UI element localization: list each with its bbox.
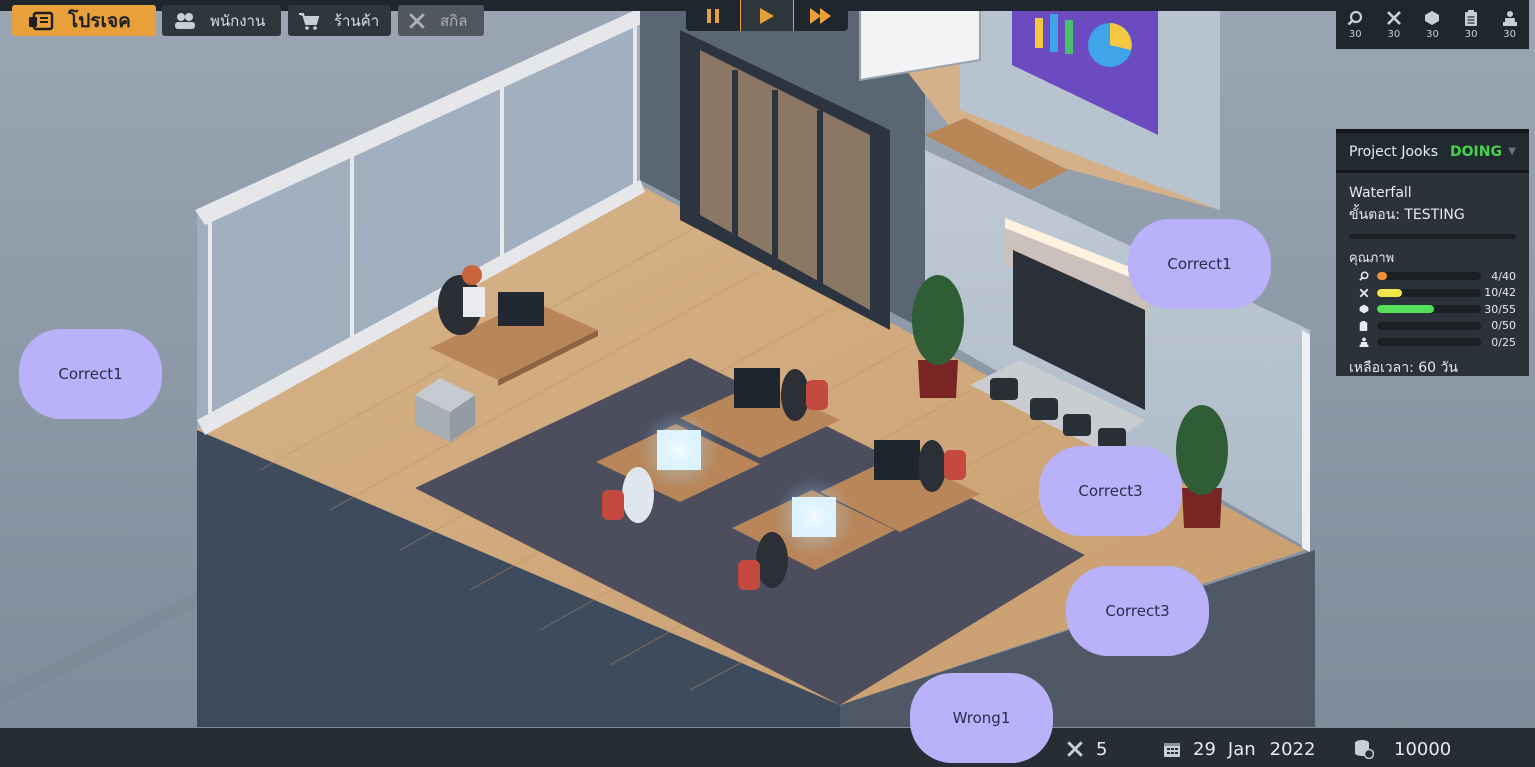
clipboard-icon [1465, 10, 1478, 26]
date-year: 2022 [1269, 738, 1316, 760]
quality-bar [1377, 338, 1481, 347]
right-wall-edge [1302, 330, 1310, 552]
speech-bubble[interactable]: Correct1 [1128, 219, 1271, 309]
time-remaining: เหลือเวลา: 60 วัน [1349, 359, 1458, 376]
resource-counters: 30 30 30 30 30 [1336, 0, 1529, 49]
project-method: Waterfall [1349, 185, 1412, 201]
quality-label: คุณภาพ [1349, 251, 1395, 266]
magnifier-icon [1359, 271, 1369, 281]
phase-progress-bar [1349, 234, 1516, 239]
resource-development-value: 30 [1387, 29, 1401, 40]
quality-fill [1377, 305, 1434, 314]
speech-bubble[interactable]: Correct1 [19, 329, 162, 419]
cube-icon [1425, 11, 1440, 25]
quality-row-development: 10/42 [1359, 285, 1516, 302]
quality-value: 0/25 [1491, 335, 1516, 349]
tab-skills-label: สกิล [440, 11, 468, 30]
date-display: 29 Jan 2022 [1163, 738, 1315, 760]
quality-value: 0/50 [1491, 319, 1516, 333]
resource-people: 30 [1492, 10, 1528, 49]
tab-project-label: โปรเจค [68, 9, 131, 32]
cube-icon [1359, 304, 1369, 314]
pause-button[interactable] [686, 0, 740, 31]
pause-icon [707, 8, 719, 23]
resource-testing: 30 [1453, 10, 1489, 49]
play-button[interactable] [740, 0, 794, 31]
money-value: 10000 [1394, 738, 1452, 760]
tab-skills[interactable]: สกิล [398, 5, 484, 36]
fast-forward-icon [810, 7, 831, 24]
quality-bar [1377, 321, 1481, 330]
quality-row-testing: 0/50 [1359, 318, 1516, 335]
resource-design: 30 [1414, 10, 1450, 49]
date-day: 29 [1193, 738, 1216, 760]
people-icon [1359, 337, 1369, 348]
speech-bubble[interactable]: Wrong1 [910, 673, 1053, 763]
tab-project[interactable]: โปรเจค [12, 5, 156, 36]
quality-value: 30/55 [1484, 302, 1516, 316]
wrench-screwdriver-icon [409, 12, 425, 29]
resource-testing-value: 30 [1464, 29, 1478, 40]
project-icon [29, 11, 54, 30]
speed-controls [686, 0, 848, 31]
quality-row-design: 30/55 [1359, 301, 1516, 318]
employees-icon [175, 12, 195, 29]
plant-1 [912, 275, 964, 398]
project-name: Project Jooks [1349, 143, 1439, 160]
money-display: 10000 [1354, 738, 1451, 760]
resource-research-value: 30 [1348, 29, 1362, 40]
quality-bar [1377, 305, 1481, 314]
speech-bubble[interactable]: Correct3 [1066, 566, 1209, 656]
quality-fill [1377, 288, 1402, 297]
quality-value: 4/40 [1491, 269, 1516, 283]
fast-forward-button[interactable] [794, 0, 848, 31]
people-icon [1502, 11, 1517, 26]
project-phase: ขั้นตอน: TESTING [1349, 207, 1465, 223]
project-panel: Project Jooks DOING ▼ Waterfall ขั้นตอน:… [1336, 129, 1529, 376]
resource-people-value: 30 [1503, 29, 1517, 40]
quality-row-people: 0/25 [1359, 334, 1516, 351]
tab-employees[interactable]: พนักงาน [162, 5, 281, 36]
quality-bar [1377, 288, 1481, 297]
plant-2 [1176, 405, 1228, 528]
tools-value: 5 [1096, 738, 1108, 760]
clipboard-icon [1359, 320, 1368, 331]
date-month: Jan [1227, 738, 1256, 760]
money-icon [1355, 740, 1374, 759]
tab-shop[interactable]: ร้านค้า [288, 5, 391, 36]
quality-value: 10/42 [1484, 286, 1516, 300]
calendar-icon [1164, 743, 1180, 757]
wrench-screwdriver-icon [1067, 741, 1083, 757]
wrench-screwdriver-icon [1386, 11, 1401, 25]
chevron-down-icon[interactable]: ▼ [1508, 146, 1516, 157]
tab-employees-label: พนักงาน [210, 11, 266, 30]
tab-shop-label: ร้านค้า [334, 11, 380, 30]
cart-icon [299, 12, 320, 30]
speech-bubble[interactable]: Correct3 [1039, 446, 1182, 536]
project-header[interactable]: Project Jooks DOING ▼ [1336, 133, 1529, 173]
magnifier-icon [1347, 10, 1363, 26]
office-scene [0, 0, 1535, 767]
resource-development: 30 [1376, 10, 1412, 49]
tools-counter: 5 [1066, 738, 1107, 760]
play-icon [760, 7, 774, 24]
quality-bar [1377, 272, 1481, 281]
resource-research: 30 [1337, 10, 1373, 49]
project-status: DOING [1450, 143, 1502, 160]
wrench-screwdriver-icon [1359, 288, 1369, 298]
quality-row-research: 4/40 [1359, 268, 1516, 285]
resource-design-value: 30 [1426, 29, 1439, 40]
quality-fill [1377, 272, 1388, 281]
